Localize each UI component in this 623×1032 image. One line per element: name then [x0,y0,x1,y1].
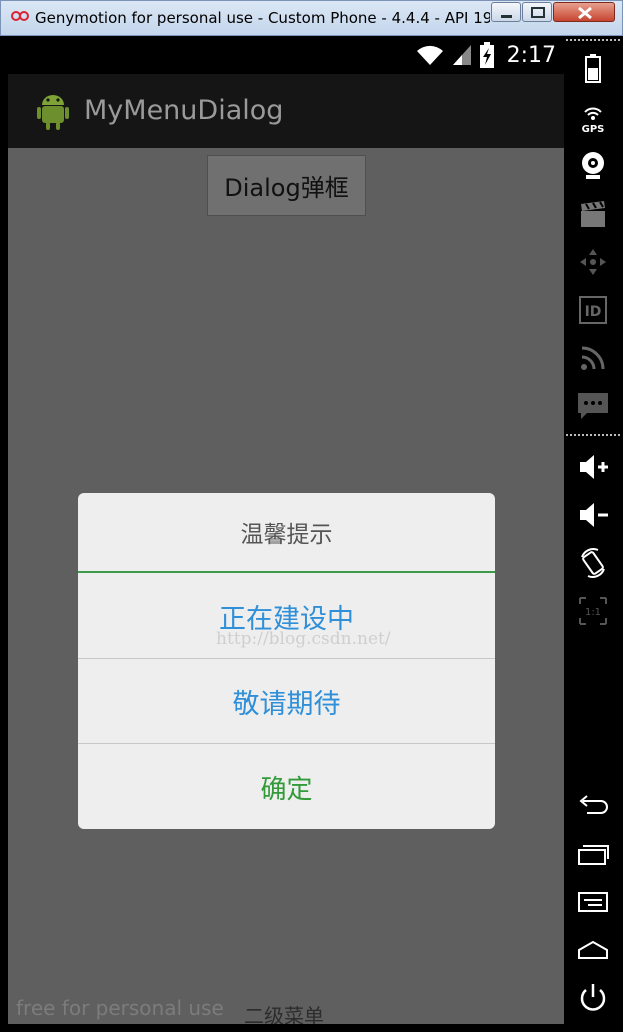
genymotion-icon [11,11,29,21]
dpad-icon [580,249,606,275]
android-app-icon [37,95,69,130]
svg-text:ID: ID [585,304,602,320]
action-bar: MyMenuDialog [8,74,564,148]
capture-tool-button[interactable] [568,194,618,234]
signal-icon [452,45,471,65]
dialog-trigger-button[interactable]: Dialog弹框 [207,155,366,216]
volume-up-button[interactable] [568,447,618,487]
wifi-icon [416,45,443,65]
battery-charging-icon [479,42,494,68]
dialog-confirm-button[interactable]: 确定 [78,745,495,829]
close-button[interactable] [553,2,615,22]
gps-icon: GPS [582,107,605,133]
device-id-tool-button[interactable]: ID [568,290,618,330]
minimize-icon [501,15,512,18]
minimize-button[interactable] [491,2,521,22]
dialog-item-stay-tuned[interactable]: 敬请期待 [78,660,495,744]
close-icon [578,6,592,20]
message-icon [578,393,608,419]
volume-down-button[interactable] [568,495,618,535]
status-bar: 2:17 [8,36,564,74]
svg-text:GPS: GPS [582,124,605,133]
main-content: Dialog弹框 free for personal use 二级菜单 温馨提示… [8,148,564,1024]
rotate-button[interactable] [568,543,618,583]
menu-icon [578,892,608,912]
rss-icon [581,346,605,370]
back-button[interactable] [568,786,618,826]
submenu-button-label[interactable]: 二级菜单 [244,1000,324,1024]
toolbar-separator [566,39,620,41]
id-icon: ID [579,296,607,324]
gps-tool-button[interactable]: GPS [568,98,618,138]
power-button[interactable] [568,978,618,1018]
rotate-icon [581,548,605,578]
maximize-button[interactable] [522,2,552,22]
window-title: Genymotion for personal use - Custom Pho… [35,9,490,27]
back-icon [579,795,608,814]
home-icon [578,940,608,959]
remote-control-tool-button[interactable] [568,242,618,282]
volume-up-icon [580,455,608,479]
scale-icon: 1:1 [579,597,607,625]
status-clock: 2:17 [506,42,556,68]
menu-button[interactable] [568,882,618,922]
volume-down-icon [580,503,608,527]
maximize-icon [531,7,545,18]
app-title: MyMenuDialog [84,95,284,126]
scale-button[interactable]: 1:1 [568,591,618,631]
power-icon [580,984,606,1011]
dialog-title: 温馨提示 [78,493,495,573]
scale-label: 1:1 [585,607,601,618]
webcam-tool-button[interactable] [568,146,618,186]
menu-dialog: 温馨提示 正在建设中 敬请期待 确定 http://blog.csdn.net/ [78,493,495,829]
battery-tool-button[interactable] [568,48,618,88]
network-tool-button[interactable] [568,338,618,378]
recent-apps-button[interactable] [568,834,618,874]
window-titlebar: Genymotion for personal use - Custom Pho… [0,0,623,36]
phone-screen: 2:17 MyMenuDialog Dialog弹框 free for pers… [8,36,564,1024]
emulator-toolbar: GPS ID 1:1 [564,36,623,1024]
battery-icon [585,54,601,83]
clapperboard-icon [581,201,605,227]
toolbar-separator [566,434,620,436]
sms-tool-button[interactable] [568,386,618,426]
webcam-icon [582,152,604,179]
personal-use-watermark: free for personal use [16,996,224,1020]
recent-apps-icon [578,845,609,865]
blog-watermark: http://blog.csdn.net/ [216,629,391,649]
home-button[interactable] [568,930,618,970]
